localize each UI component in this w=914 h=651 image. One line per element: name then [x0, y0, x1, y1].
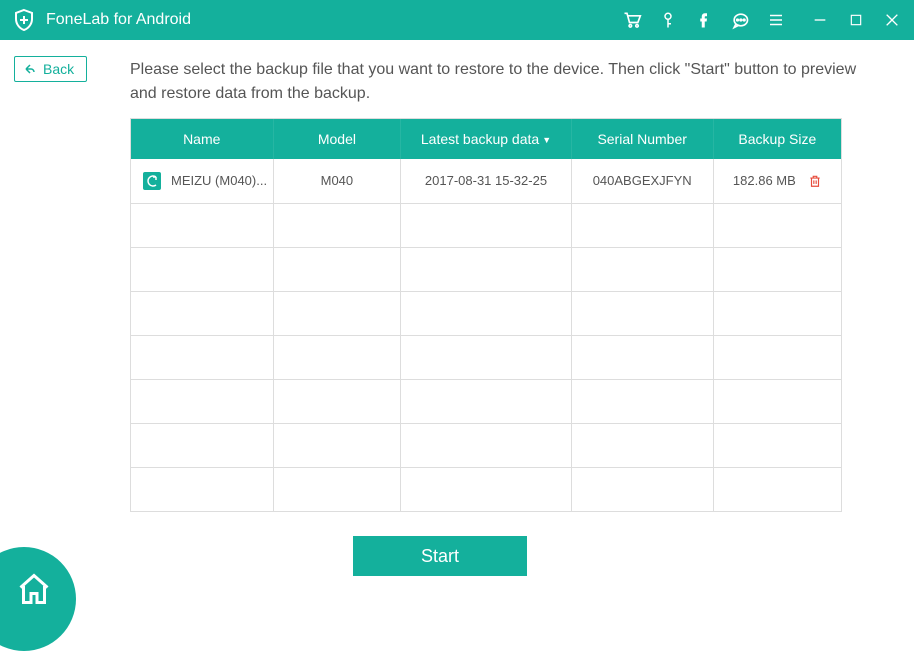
app-logo-icon	[12, 8, 36, 32]
start-button[interactable]: Start	[353, 536, 527, 576]
delete-icon[interactable]	[808, 173, 822, 189]
table-row-empty	[131, 247, 841, 291]
row-serial: 040ABGEXJFYN	[571, 159, 713, 203]
titlebar-left: FoneLab for Android	[12, 8, 191, 32]
close-icon[interactable]	[882, 10, 902, 30]
minimize-icon[interactable]	[810, 10, 830, 30]
table-header-row: Name Model Latest backup data▼ Serial Nu…	[131, 119, 841, 159]
col-name[interactable]: Name	[131, 119, 273, 159]
backup-table: Name Model Latest backup data▼ Serial Nu…	[130, 118, 842, 512]
table-row[interactable]: MEIZU (M040)... M040 2017-08-31 15-32-25…	[131, 159, 841, 203]
table-row-empty	[131, 467, 841, 511]
back-button[interactable]: Back	[14, 56, 87, 82]
col-model[interactable]: Model	[273, 119, 401, 159]
table-row-empty	[131, 423, 841, 467]
cart-icon[interactable]	[622, 10, 642, 30]
sort-caret-icon: ▼	[542, 135, 551, 145]
titlebar: FoneLab for Android	[0, 0, 914, 40]
back-label: Back	[43, 61, 74, 77]
col-size[interactable]: Backup Size	[713, 119, 841, 159]
table-row-empty	[131, 203, 841, 247]
app-title: FoneLab for Android	[46, 11, 191, 29]
facebook-icon[interactable]	[694, 10, 714, 30]
row-latest-backup: 2017-08-31 15-32-25	[401, 159, 571, 203]
row-model: M040	[273, 159, 401, 203]
col-latest-backup[interactable]: Latest backup data▼	[401, 119, 571, 159]
device-icon	[143, 172, 161, 190]
table-row-empty	[131, 379, 841, 423]
menu-icon[interactable]	[766, 10, 786, 30]
table-row-empty	[131, 291, 841, 335]
col-serial[interactable]: Serial Number	[571, 119, 713, 159]
row-size: 182.86 MB	[733, 173, 796, 188]
home-icon	[16, 571, 52, 607]
feedback-icon[interactable]	[730, 10, 750, 30]
window-controls	[810, 10, 902, 30]
maximize-icon[interactable]	[846, 10, 866, 30]
row-name: MEIZU (M040)...	[171, 173, 267, 188]
table-row-empty	[131, 335, 841, 379]
titlebar-right	[622, 10, 902, 30]
key-icon[interactable]	[658, 10, 678, 30]
content-area: Back Please select the backup file that …	[0, 40, 914, 576]
instruction-text: Please select the backup file that you w…	[130, 54, 866, 118]
back-arrow-icon	[23, 63, 37, 75]
